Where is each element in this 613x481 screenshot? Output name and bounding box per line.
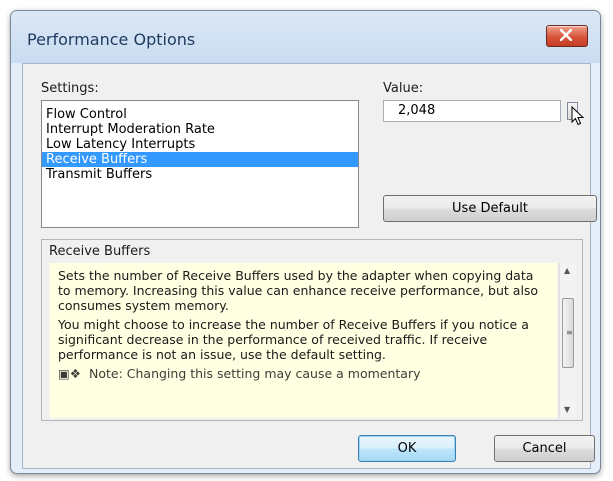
settings-label: Settings: [41, 81, 99, 96]
description-scrollbar[interactable]: ▲ ≡ ▼ [559, 263, 576, 418]
mouse-pointer-icon [571, 106, 585, 126]
settings-item-receive-buffers[interactable]: Receive Buffers [42, 152, 358, 167]
cancel-button[interactable]: Cancel [494, 435, 595, 462]
description-paragraph-2: You might choose to increase the number … [58, 317, 529, 362]
description-paragraph-3: ▣❖ Note: Changing this setting may cause… [58, 366, 549, 381]
note-icon: ▣❖ [58, 366, 82, 381]
dialog-body: Settings: Flow Control Interrupt Moderat… [22, 63, 597, 469]
scrollbar-grip-icon: ≡ [566, 328, 573, 337]
scroll-up-icon[interactable]: ▲ [564, 266, 570, 275]
close-x-icon [560, 29, 572, 41]
value-input[interactable]: 2,048 [383, 100, 561, 122]
value-label: Value: [383, 81, 424, 96]
settings-item-flow-control[interactable]: Flow Control [42, 107, 358, 122]
description-title: Receive Buffers [49, 244, 151, 259]
close-button[interactable] [546, 25, 588, 47]
scroll-down-icon[interactable]: ▼ [564, 405, 570, 414]
description-paragraph-1: Sets the number of Receive Buffers used … [58, 268, 539, 313]
ok-button[interactable]: OK [358, 435, 456, 462]
performance-options-dialog: Performance Options Settings: Flow Contr… [10, 10, 601, 474]
settings-item-transmit-buffers[interactable]: Transmit Buffers [42, 167, 358, 182]
description-group: Receive Buffers Sets the number of Recei… [41, 239, 583, 421]
use-default-button[interactable]: Use Default [383, 195, 597, 222]
settings-list[interactable]: Flow Control Interrupt Moderation Rate L… [41, 100, 359, 228]
description-text: Sets the number of Receive Buffers used … [50, 263, 557, 418]
settings-item-low-latency-interrupts[interactable]: Low Latency Interrupts [42, 137, 358, 152]
note-text: Note: Changing this setting may cause a … [88, 366, 421, 381]
title-bar: Performance Options [11, 11, 600, 63]
scrollbar-thumb[interactable]: ≡ [562, 298, 574, 368]
settings-item-interrupt-moderation-rate[interactable]: Interrupt Moderation Rate [42, 122, 358, 137]
dialog-title: Performance Options [27, 30, 196, 49]
